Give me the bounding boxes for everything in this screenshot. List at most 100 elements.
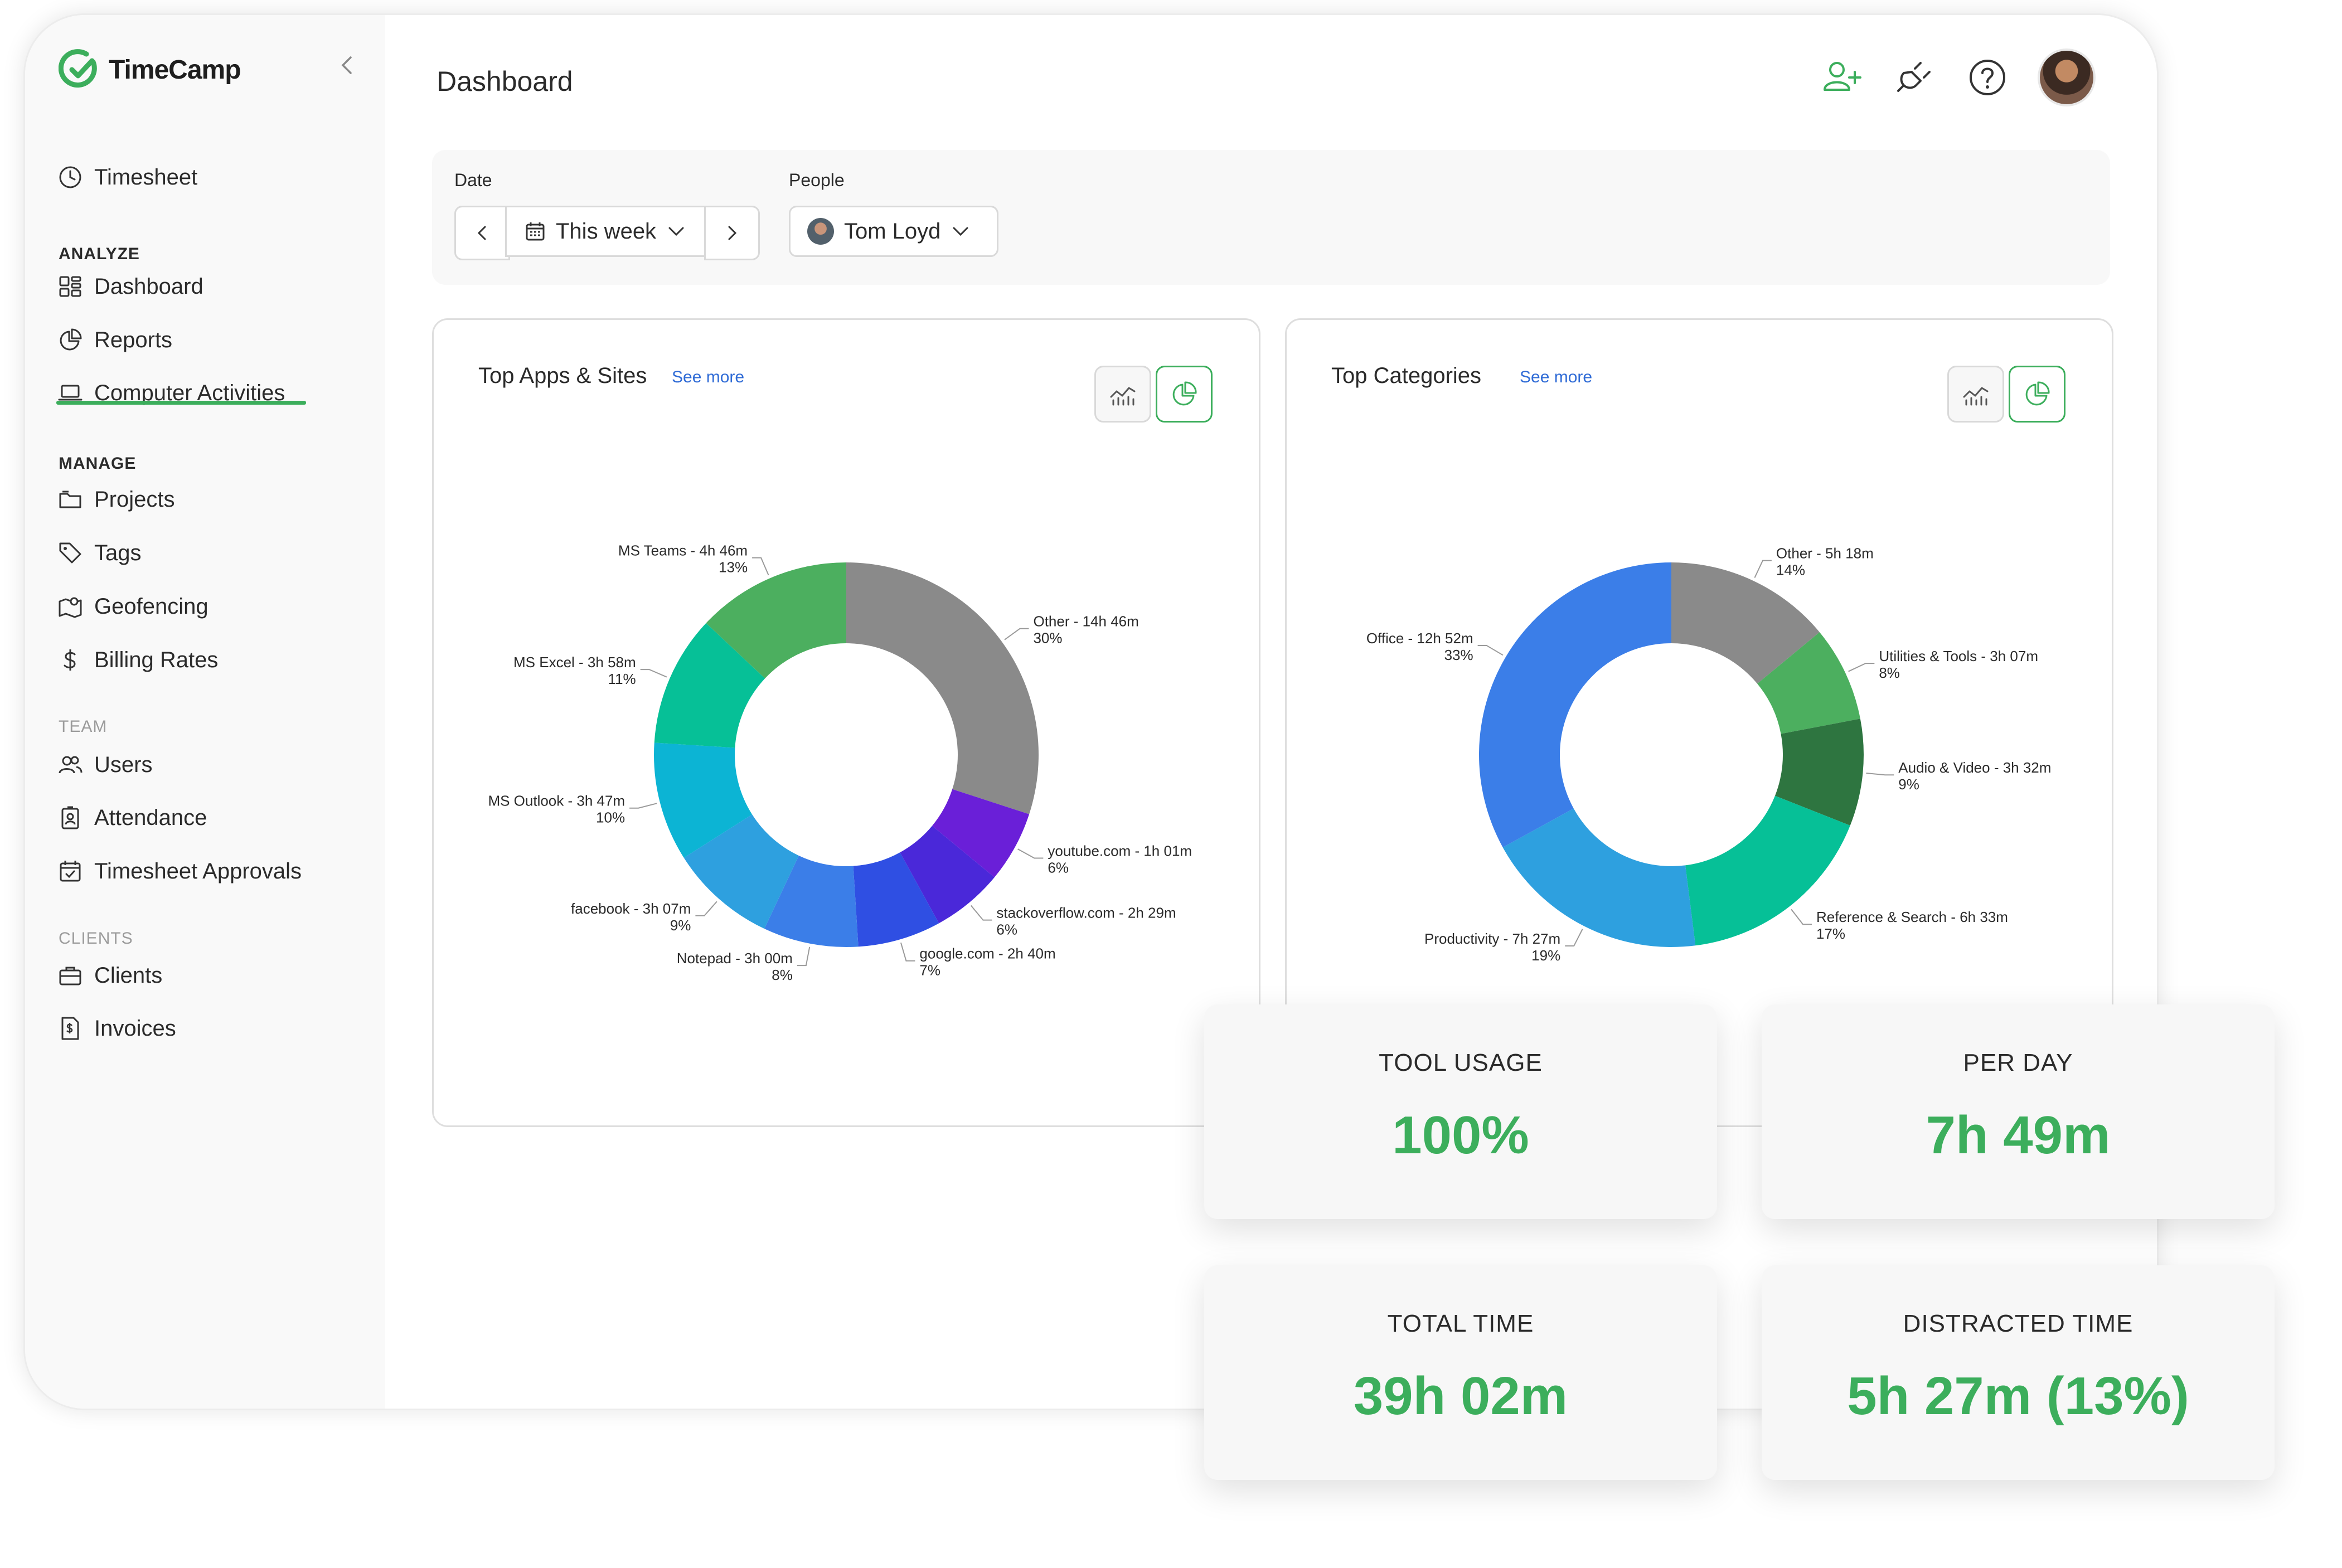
slice-percent: 8% xyxy=(772,967,793,983)
sidebar-item-timesheet-approvals[interactable]: Timesheet Approvals xyxy=(57,858,302,884)
slice-label: Other - 14h 46m xyxy=(1033,613,1138,630)
calendar-icon xyxy=(526,222,545,241)
donut-slice[interactable] xyxy=(846,562,1039,814)
label-leader-line xyxy=(1004,628,1029,640)
sidebar-item-label: Projects xyxy=(94,487,175,512)
slice-percent: 13% xyxy=(719,559,748,576)
label-leader-line xyxy=(970,905,992,921)
plug-icon[interactable] xyxy=(1893,55,1937,100)
label-leader-line xyxy=(752,557,769,576)
slice-label: Reference & Search - 6h 33m xyxy=(1816,909,2008,925)
label-leader-line xyxy=(1565,929,1583,947)
slice-percent: 10% xyxy=(596,809,625,826)
sidebar-item-label: Users xyxy=(94,752,153,777)
sidebar-item-attendance[interactable]: Attendance xyxy=(57,805,207,831)
section-manage: MANAGE xyxy=(59,454,137,473)
sidebar-item-reports[interactable]: Reports xyxy=(57,327,172,353)
slice-percent: 19% xyxy=(1531,947,1560,964)
date-value: This week xyxy=(556,219,657,244)
briefcase-icon xyxy=(59,967,81,986)
top-toolbar xyxy=(1820,48,2096,106)
section-clients: CLIENTS xyxy=(59,929,133,948)
label-leader-line xyxy=(1754,560,1772,578)
slice-percent: 9% xyxy=(670,917,691,934)
dashboard-icon xyxy=(59,276,81,297)
stat-title: PER DAY xyxy=(1963,1049,2073,1076)
sidebar-item-invoices[interactable]: Invoices xyxy=(57,1016,176,1041)
sidebar-item-label: Attendance xyxy=(94,805,207,830)
page-title: Dashboard xyxy=(437,66,573,97)
sidebar-item-timesheet[interactable]: Timesheet xyxy=(57,164,197,190)
label-leader-line xyxy=(900,942,915,962)
label-leader-line xyxy=(1848,663,1875,672)
stat-card-per-day: PER DAY 7h 49m xyxy=(1762,1004,2275,1219)
slice-label: facebook - 3h 07m xyxy=(571,900,691,917)
slice-label: MS Teams - 4h 46m xyxy=(618,542,748,559)
sidebar-item-projects[interactable]: Projects xyxy=(57,487,175,512)
tag-icon xyxy=(59,542,81,564)
label-leader-line xyxy=(695,901,717,916)
date-next-button[interactable] xyxy=(704,206,760,260)
section-analyze: ANALYZE xyxy=(59,245,140,263)
slice-percent: 11% xyxy=(608,671,636,687)
sidebar-item-label: Billing Rates xyxy=(94,647,219,672)
stat-value: 5h 27m (13%) xyxy=(1847,1366,2189,1426)
label-leader-line xyxy=(1017,848,1044,859)
app-name: TimeCamp xyxy=(109,55,241,85)
chevron-left-icon xyxy=(477,226,486,240)
slice-percent: 6% xyxy=(1048,859,1069,876)
sidebar-item-clients[interactable]: Clients xyxy=(57,963,162,988)
chevron-right-icon xyxy=(728,226,737,240)
avatar[interactable] xyxy=(2038,48,2096,106)
label-leader-line xyxy=(640,669,667,678)
sidebar-item-label: Clients xyxy=(94,963,163,988)
slice-percent: 33% xyxy=(1444,647,1473,663)
donut-slice[interactable] xyxy=(1479,562,1671,848)
people-select[interactable]: Tom Loyd xyxy=(789,206,998,257)
sidebar-item-dashboard[interactable]: Dashboard xyxy=(57,274,203,299)
slice-percent: 8% xyxy=(1879,664,1900,681)
date-label: Date xyxy=(454,170,492,190)
slice-label: Other - 5h 18m xyxy=(1776,545,1874,562)
slice-percent: 30% xyxy=(1033,630,1062,647)
date-prev-button[interactable] xyxy=(454,206,510,260)
slice-percent: 9% xyxy=(1898,776,1919,793)
stat-title: TOOL USAGE xyxy=(1379,1049,1543,1076)
apps-donut-chart: Other - 14h 46m30% youtube.com - 1h 01m6%… xyxy=(488,542,1192,984)
map-icon xyxy=(59,597,82,618)
sidebar-item-geofencing[interactable]: Geofencing xyxy=(57,594,208,619)
stat-title: DISTRACTED TIME xyxy=(1903,1310,2134,1337)
chevron-down-icon xyxy=(668,227,684,236)
stat-card-distracted-time: DISTRACTED TIME 5h 27m (13%) xyxy=(1762,1265,2275,1480)
sidebar-item-users[interactable]: Users xyxy=(57,752,152,778)
chevron-down-icon xyxy=(953,227,968,236)
stat-title: TOTAL TIME xyxy=(1387,1310,1534,1337)
label-leader-line xyxy=(629,803,657,809)
sidebar-item-label: Timesheet Approvals xyxy=(94,858,302,883)
timecamp-logo-icon xyxy=(59,49,97,88)
slice-label: MS Outlook - 3h 47m xyxy=(488,793,625,809)
slice-label: MS Excel - 3h 58m xyxy=(513,654,636,671)
help-icon[interactable] xyxy=(1965,55,2010,100)
stat-value: 39h 02m xyxy=(1353,1366,1568,1426)
sidebar-item-label: Dashboard xyxy=(94,274,203,299)
logo[interactable]: TimeCamp xyxy=(59,48,241,91)
sidebar-item-billing-rates[interactable]: Billing Rates xyxy=(57,647,218,673)
add-user-icon[interactable] xyxy=(1820,55,1865,100)
collapse-sidebar-icon[interactable] xyxy=(336,54,358,76)
date-select[interactable]: This week xyxy=(505,206,706,257)
person-avatar xyxy=(807,218,834,245)
sidebar-item-label: Invoices xyxy=(94,1016,176,1041)
section-team: TEAM xyxy=(59,717,108,736)
slice-percent: 7% xyxy=(919,962,940,979)
label-leader-line xyxy=(1866,773,1894,776)
slice-label: youtube.com - 1h 01m xyxy=(1048,842,1192,859)
sidebar: TimeCamp Timesheet ANALYZE Dashboard Rep… xyxy=(25,15,385,1409)
sidebar-item-tags[interactable]: Tags xyxy=(57,540,142,566)
slice-label: Productivity - 7h 27m xyxy=(1424,930,1560,947)
stat-card-tool-usage: TOOL USAGE 100% xyxy=(1204,1004,1717,1219)
invoice-icon xyxy=(61,1017,79,1040)
stat-card-total-time: TOTAL TIME 39h 02m xyxy=(1204,1265,1717,1480)
label-leader-line xyxy=(1477,645,1504,656)
people-value: Tom Loyd xyxy=(844,219,941,244)
